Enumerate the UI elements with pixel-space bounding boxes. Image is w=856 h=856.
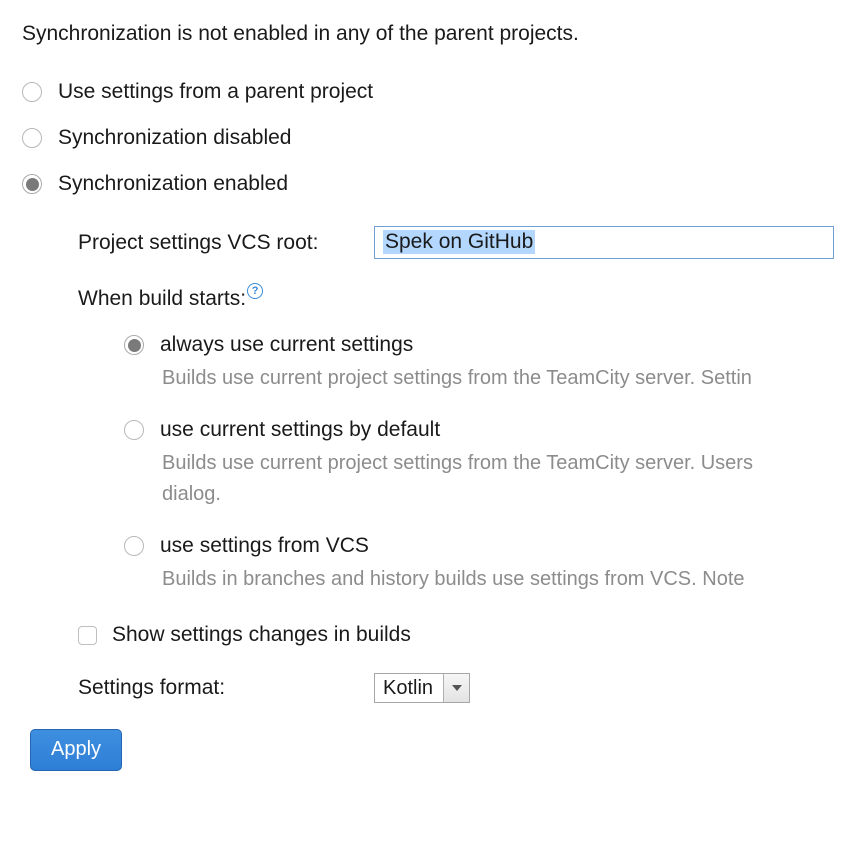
radio-from-vcs[interactable]: use settings from VCS [124, 534, 856, 558]
settings-format-value: Kotlin [375, 674, 443, 702]
status-message: Synchronization is not enabled in any of… [22, 22, 856, 46]
build-option-from-vcs: use settings from VCS Builds in branches… [124, 534, 856, 595]
option-label: Use settings from a parent project [58, 80, 373, 104]
build-option-current-default: use current settings by default Builds u… [124, 418, 856, 510]
dropdown-arrow-button [443, 674, 469, 702]
radio-current-default[interactable]: use current settings by default [124, 418, 856, 442]
option-description: Builds use current project settings from… [162, 448, 856, 479]
settings-format-select[interactable]: Kotlin [374, 673, 470, 703]
option-use-parent[interactable]: Use settings from a parent project [22, 80, 856, 104]
when-build-starts-row: When build starts: ? [78, 287, 856, 311]
radio-icon-selected [22, 174, 42, 194]
show-changes-label: Show settings changes in builds [112, 623, 411, 647]
vcs-root-select[interactable]: Spek on GitHub [374, 226, 834, 259]
when-build-starts-label: When build starts: [78, 287, 246, 311]
help-icon[interactable]: ? [247, 283, 263, 299]
option-description: dialog. [162, 479, 856, 510]
option-description: Builds in branches and history builds us… [162, 564, 856, 595]
radio-icon [22, 82, 42, 102]
option-sync-enabled[interactable]: Synchronization enabled [22, 172, 856, 196]
option-label: use current settings by default [160, 418, 440, 442]
chevron-down-icon [452, 685, 462, 691]
settings-format-label: Settings format: [78, 676, 374, 700]
show-changes-checkbox-row[interactable]: Show settings changes in builds [78, 623, 856, 647]
radio-icon [22, 128, 42, 148]
checkbox-icon [78, 626, 97, 645]
settings-format-row: Settings format: Kotlin [78, 673, 856, 703]
option-description: Builds use current project settings from… [162, 363, 856, 394]
vcs-root-value: Spek on GitHub [383, 230, 535, 254]
radio-always-current[interactable]: always use current settings [124, 333, 856, 357]
vcs-root-field: Project settings VCS root: Spek on GitHu… [78, 226, 856, 259]
option-sync-disabled[interactable]: Synchronization disabled [22, 126, 856, 150]
option-label: Synchronization enabled [58, 172, 288, 196]
radio-icon [124, 420, 144, 440]
option-label: use settings from VCS [160, 534, 369, 558]
apply-button[interactable]: Apply [30, 729, 122, 771]
radio-icon-selected [124, 335, 144, 355]
option-label: always use current settings [160, 333, 413, 357]
option-label: Synchronization disabled [58, 126, 291, 150]
vcs-root-label: Project settings VCS root: [78, 231, 374, 255]
build-option-always-current: always use current settings Builds use c… [124, 333, 856, 394]
radio-icon [124, 536, 144, 556]
